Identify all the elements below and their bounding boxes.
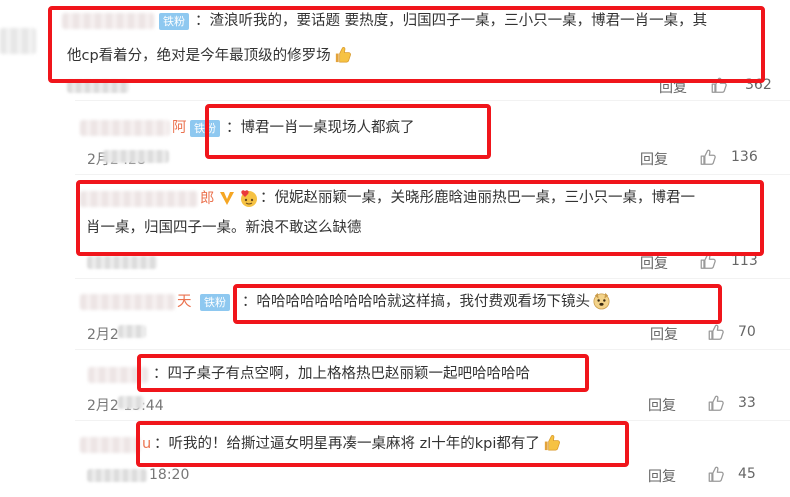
dog-face-emoji: [593, 292, 610, 310]
like-count: 33: [738, 395, 756, 411]
avatar[interactable]: [0, 28, 36, 54]
thumbs-up-icon[interactable]: [707, 465, 725, 483]
thumbs-up-icon[interactable]: [707, 394, 725, 412]
reply-button[interactable]: 回复: [640, 149, 668, 169]
username-tail[interactable]: 阿: [172, 116, 187, 140]
date-blurred: [67, 80, 129, 93]
reply-button[interactable]: 回复: [640, 253, 668, 273]
thumbs-up-emoji: [544, 435, 560, 451]
date-blurred: [87, 256, 157, 269]
like-count: 136: [731, 149, 758, 165]
divider: [75, 420, 790, 421]
verified-v-icon: [220, 192, 234, 205]
date-blurred: [103, 150, 169, 163]
comment-text: ：听我的！给撕过逼女明星再凑一桌麻将 zl十年的kpi都有了: [154, 436, 540, 452]
reply-button[interactable]: 回复: [648, 395, 676, 415]
comment-text-line2: 肖一桌，归国四子一桌。新浪不敢这么缺德: [86, 220, 362, 236]
divider: [75, 100, 790, 101]
username-tail[interactable]: u: [142, 432, 151, 456]
comment-text-wrap: ：哈哈哈哈哈哈哈哈哈就这样搞，我付费观看场下镜头: [242, 290, 611, 314]
fan-badge: 铁粉: [200, 294, 230, 311]
comment-date: 2月2: [87, 327, 119, 343]
comment-text-line2-wrap: 他cp看着分，绝对是今年最顶级的修罗场: [67, 44, 352, 68]
thumbs-up-icon[interactable]: [699, 148, 717, 166]
fan-heart-emoji: [241, 190, 257, 207]
username-tail[interactable]: 郎: [200, 187, 215, 211]
date-blurred: [87, 469, 147, 482]
comment-text: ：四子桌子有点空啊，加上格格热巴赵丽颖一起吧哈哈哈哈: [153, 366, 530, 382]
fan-badge: 铁粉: [159, 13, 189, 30]
divider: [75, 278, 790, 279]
like-count: 362: [745, 77, 772, 93]
divider: [75, 349, 790, 350]
username-blurred[interactable]: [80, 191, 198, 207]
comment-text-line2: 他cp看着分，绝对是今年最顶级的修罗场: [67, 48, 331, 64]
comment-text-line1: ：渣浪听我的，要话题 要热度，归国四子一桌，三小只一桌，博君一肖一桌，其: [195, 13, 708, 29]
username-blurred[interactable]: [80, 120, 170, 136]
like-count: 70: [738, 324, 756, 340]
reply-button[interactable]: 回复: [659, 77, 687, 97]
comment-text: ：哈哈哈哈哈哈哈哈哈就这样搞，我付费观看场下镜头: [242, 294, 590, 310]
date-blurred: [118, 325, 146, 338]
thumbs-up-icon[interactable]: [699, 252, 717, 270]
like-count: 45: [738, 466, 756, 482]
date-blurred: [118, 396, 144, 409]
reply-button[interactable]: 回复: [648, 466, 676, 486]
username-tail[interactable]: 天: [177, 290, 192, 314]
username-blurred[interactable]: [62, 13, 154, 29]
username-blurred[interactable]: [88, 367, 148, 383]
thumbs-up-icon[interactable]: [707, 323, 725, 341]
thumbs-up-emoji: [335, 47, 351, 63]
comment-text: ：博君一肖一桌现场人都疯了: [226, 120, 415, 136]
like-count: 113: [731, 253, 758, 269]
comment-text-wrap: ：听我的！给撕过逼女明星再凑一桌麻将 zl十年的kpi都有了: [154, 432, 561, 456]
divider: [75, 174, 790, 175]
thumbs-up-icon[interactable]: [710, 76, 728, 94]
username-blurred[interactable]: [80, 437, 140, 453]
comment-text-line1: ：倪妮赵丽颖一桌，关晓彤鹿晗迪丽热巴一桌，三小只一桌，博君一: [260, 190, 695, 206]
comment-date: 18:20: [149, 467, 190, 483]
username-blurred[interactable]: [80, 294, 175, 310]
reply-button[interactable]: 回复: [650, 324, 678, 344]
weibo-comment-thread: 铁粉 ：渣浪听我的，要话题 要热度，归国四子一桌，三小只一桌，博君一肖一桌，其 …: [0, 0, 790, 497]
fan-badge: 铁粉: [190, 120, 220, 137]
